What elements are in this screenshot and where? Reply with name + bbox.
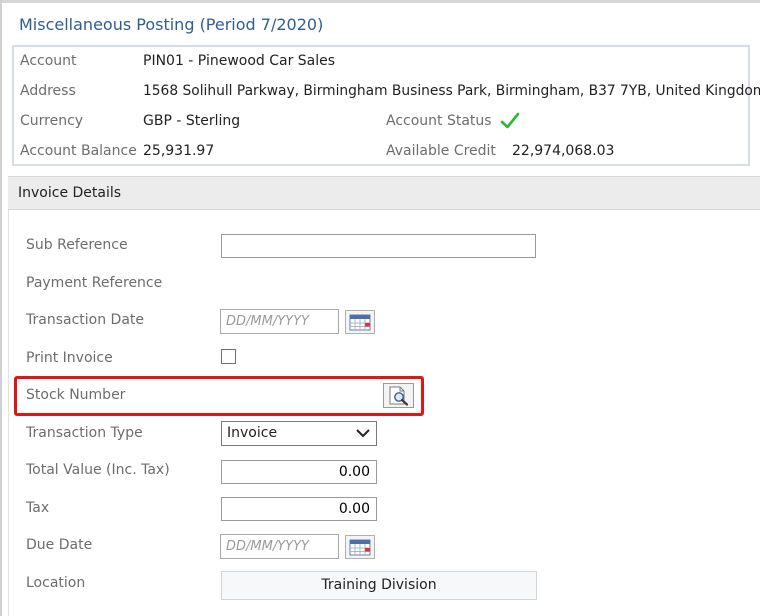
account-status-label: Account Status xyxy=(386,113,492,129)
left-border xyxy=(0,0,2,616)
location-label: Location xyxy=(26,575,86,591)
transaction-date-input[interactable] xyxy=(220,309,339,334)
tax-label: Tax xyxy=(26,500,50,516)
print-invoice-label: Print Invoice xyxy=(26,350,113,366)
account-balance-label: Account Balance xyxy=(20,143,137,159)
stock-number-label: Stock Number xyxy=(26,387,126,403)
account-balance-value: 25,931.97 xyxy=(143,143,215,159)
address-value: 1568 Solihull Parkway, Birmingham Busine… xyxy=(143,83,760,99)
calendar-icon xyxy=(349,314,371,331)
due-date-calendar-button[interactable] xyxy=(345,535,375,559)
sub-reference-input[interactable] xyxy=(221,234,536,258)
calendar-icon xyxy=(349,539,371,556)
available-credit-value: 22,974,068.03 xyxy=(512,143,615,159)
total-value-input[interactable] xyxy=(221,460,377,484)
transaction-type-select[interactable]: Invoice xyxy=(221,421,377,446)
top-border xyxy=(0,0,760,3)
account-value: PIN01 - Pinewood Car Sales xyxy=(143,53,336,69)
currency-value: GBP - Sterling xyxy=(143,113,241,129)
account-label: Account xyxy=(20,53,77,69)
address-label: Address xyxy=(20,83,76,99)
due-date-label: Due Date xyxy=(26,537,93,553)
payment-reference-label: Payment Reference xyxy=(26,275,163,291)
chevron-down-icon xyxy=(356,429,370,438)
sub-reference-label: Sub Reference xyxy=(26,237,128,253)
transaction-date-calendar-button[interactable] xyxy=(345,310,375,334)
location-button[interactable]: Training Division xyxy=(221,571,537,600)
transaction-type-value: Invoice xyxy=(227,425,278,441)
total-value-label: Total Value (Inc. Tax) xyxy=(26,462,170,478)
currency-label: Currency xyxy=(20,113,84,129)
invoice-details-header: Invoice Details xyxy=(8,176,760,210)
tax-input[interactable] xyxy=(221,497,377,521)
section-title: Invoice Details xyxy=(18,185,122,201)
checkmark-icon xyxy=(500,112,520,129)
available-credit-label: Available Credit xyxy=(386,143,496,159)
page-title: Miscellaneous Posting (Period 7/2020) xyxy=(19,15,324,34)
transaction-date-label: Transaction Date xyxy=(26,312,145,328)
transaction-type-label: Transaction Type xyxy=(26,425,143,441)
due-date-input[interactable] xyxy=(220,534,339,559)
print-invoice-checkbox[interactable] xyxy=(221,349,236,364)
stock-number-lookup-button[interactable] xyxy=(383,383,414,408)
search-document-icon xyxy=(389,386,409,406)
